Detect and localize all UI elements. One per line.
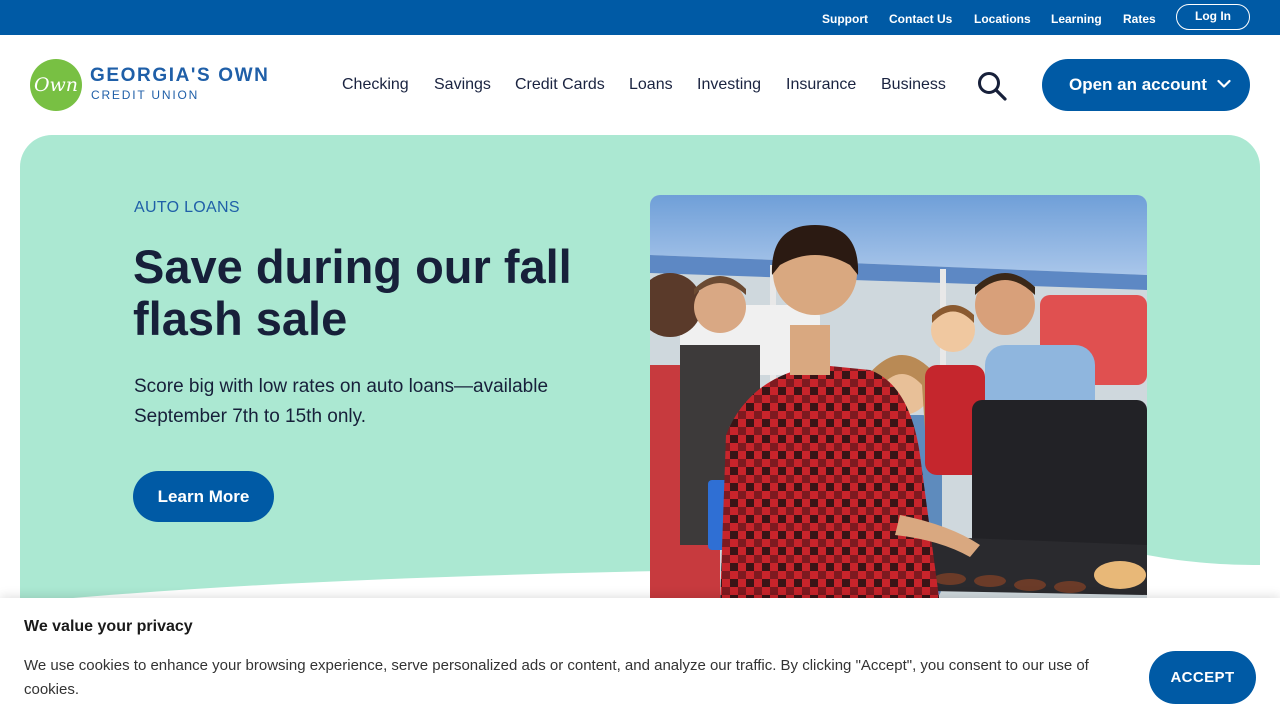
open-account-button[interactable]: Open an account (1042, 59, 1250, 111)
hero-eyebrow: AUTO LOANS (134, 199, 240, 216)
hero-headline: Save during our fall flash sale (133, 240, 572, 345)
hero-photo (650, 195, 1147, 605)
cookie-text: We use cookies to enhance your browsing … (24, 657, 1089, 698)
contact-us-link[interactable]: Contact Us (889, 12, 952, 26)
rates-link[interactable]: Rates (1123, 12, 1156, 26)
search-icon[interactable] (976, 71, 1008, 101)
cookie-title: We value your privacy (24, 618, 193, 635)
nav-investing[interactable]: Investing (697, 75, 761, 95)
cookie-banner: We value your privacy We use cookies to … (0, 598, 1280, 720)
nav-savings[interactable]: Savings (434, 75, 491, 95)
nav-loans[interactable]: Loans (629, 75, 673, 95)
nav-business[interactable]: Business (881, 75, 946, 95)
nav-checking[interactable]: Checking (342, 75, 409, 95)
learn-more-button[interactable]: Learn More (133, 471, 274, 522)
hero-body: Score big with low rates on auto loans—a… (134, 376, 549, 427)
open-account-label: Open an account (1069, 75, 1207, 94)
learning-link[interactable]: Learning (1051, 12, 1102, 26)
chevron-down-icon (1217, 79, 1231, 88)
logo-subtitle: CREDIT UNION (91, 88, 200, 102)
nav-credit-cards[interactable]: Credit Cards (515, 75, 605, 95)
logo-mark-text: Own (33, 74, 79, 96)
logo[interactable]: Own GEORGIA'S OWN CREDIT UNION (30, 59, 280, 113)
logo-name: GEORGIA'S OWN (90, 65, 270, 86)
accept-button[interactable]: ACCEPT (1149, 651, 1256, 704)
support-link[interactable]: Support (822, 12, 868, 26)
utility-bar: Support Contact Us Locations Learning Ra… (0, 0, 1280, 35)
nav-insurance[interactable]: Insurance (786, 75, 856, 95)
locations-link[interactable]: Locations (974, 12, 1031, 26)
login-button[interactable]: Log In (1176, 4, 1250, 30)
site-header: Own GEORGIA'S OWN CREDIT UNION Checking … (0, 35, 1280, 135)
hero-banner: AUTO LOANS Save during our fall flash sa… (20, 135, 1260, 605)
